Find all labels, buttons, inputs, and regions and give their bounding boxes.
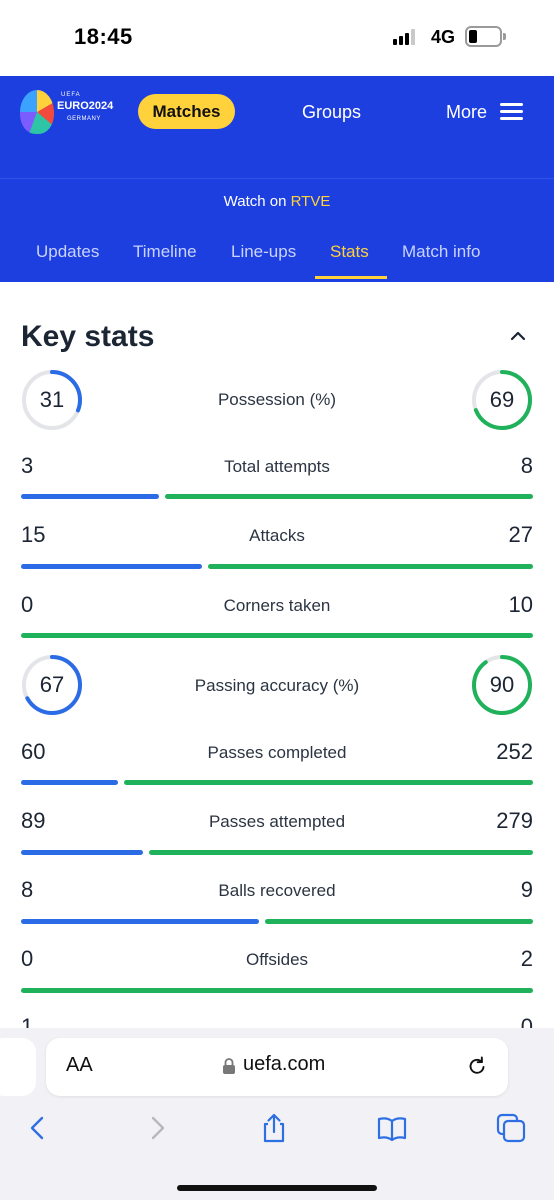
stat-label: Attacks (249, 526, 305, 545)
stat-bar-home (21, 919, 260, 924)
aa-label: AA (66, 1054, 93, 1076)
stat-bar-home (21, 850, 144, 855)
stat-bar-away (165, 494, 533, 499)
stat-bar-away (124, 780, 533, 785)
nav-more-link[interactable]: More (446, 102, 487, 123)
possession-away-ring: 69 (471, 369, 533, 431)
stat-away-value: 2 (520, 946, 533, 971)
tab-stats[interactable]: Stats (330, 242, 369, 262)
stat-label: Total attempts (224, 457, 330, 476)
logo-uefa-text: UEFA (61, 92, 81, 98)
app-header: UEFA EURO2024 GERMANY Matches Groups Mor… (0, 76, 554, 282)
home-indicator (177, 1185, 377, 1191)
stat-bar-away (21, 633, 533, 638)
watch-prefix: Watch on (223, 193, 287, 210)
tab-match-info[interactable]: Match info (402, 242, 480, 262)
match-tabs: Updates Timeline Line-ups Stats Match in… (0, 236, 554, 282)
previous-tab-preview[interactable] (0, 1038, 36, 1096)
share-icon[interactable] (258, 1112, 290, 1144)
status-bar: 18:45 4G (0, 0, 554, 76)
stat-bar-away (207, 564, 533, 569)
stat-away-value: 8 (520, 453, 533, 478)
stat-bar-away (149, 850, 533, 855)
stat-label: Offsides (245, 950, 309, 969)
logo-euro-text: EURO2024 (57, 100, 114, 112)
stat-label: Corners taken (223, 596, 331, 615)
nav-groups-link[interactable]: Groups (302, 102, 361, 123)
stat-label: Balls recovered (218, 881, 336, 900)
signal-icon (393, 29, 415, 45)
status-time: 18:45 (74, 24, 133, 49)
possession-away-value: 69 (489, 387, 515, 412)
nav-matches-button[interactable]: Matches (138, 94, 235, 129)
tab-timeline[interactable]: Timeline (133, 242, 197, 262)
browser-bar: AA uefa.com (0, 1028, 554, 1200)
lock-icon (223, 1058, 235, 1074)
reload-icon[interactable] (466, 1055, 488, 1077)
watch-on-link[interactable]: Watch on RTVE (0, 193, 554, 210)
stat-away-value: 279 (496, 808, 533, 833)
forward-icon[interactable] (141, 1112, 173, 1144)
stat-bar-away (21, 988, 533, 993)
trophy-logo-icon (20, 90, 54, 134)
watch-channel[interactable]: RTVE (291, 193, 331, 210)
back-icon[interactable] (22, 1112, 54, 1144)
network-type: 4G (431, 27, 456, 47)
stat-away-value: 27 (508, 522, 533, 547)
stat-away-value: 0 (520, 1014, 533, 1028)
address-bar[interactable]: AA uefa.com (46, 1038, 508, 1096)
battery-icon (465, 26, 506, 47)
active-tab-indicator (315, 276, 387, 279)
stat-label: Passes attempted (208, 812, 346, 831)
stat-away-value: 10 (508, 592, 533, 617)
stat-bar-away (265, 919, 533, 924)
menu-icon[interactable] (500, 103, 523, 120)
bookmarks-icon[interactable] (376, 1112, 408, 1144)
stat-away-value: 9 (520, 877, 533, 902)
tab-line-ups[interactable]: Line-ups (231, 242, 296, 262)
url-text[interactable]: uefa.com (243, 1053, 325, 1076)
header-divider (0, 178, 554, 179)
tabs-icon[interactable] (495, 1112, 527, 1144)
key-stats-title: Key stats (21, 320, 155, 353)
passing-away-value: 90 (489, 672, 515, 697)
reader-options-button[interactable]: AA (66, 1054, 93, 1077)
stat-bar-home (21, 494, 159, 499)
passing-away-ring: 90 (471, 654, 533, 716)
chevron-up-icon[interactable] (508, 326, 528, 346)
stat-home-value: 1 (21, 1014, 34, 1028)
tab-updates[interactable]: Updates (36, 242, 99, 262)
logo-country-text: GERMANY (67, 116, 101, 122)
stat-bar-home (21, 564, 202, 569)
stat-away-value: 252 (496, 739, 533, 764)
stat-label: Passes completed (207, 743, 347, 762)
stat-bar-home (21, 780, 119, 785)
stats-content: Key stats 31 Possession (%) 69 3 Total a… (0, 282, 554, 1028)
euro2024-logo[interactable]: UEFA EURO2024 GERMANY (20, 88, 120, 138)
